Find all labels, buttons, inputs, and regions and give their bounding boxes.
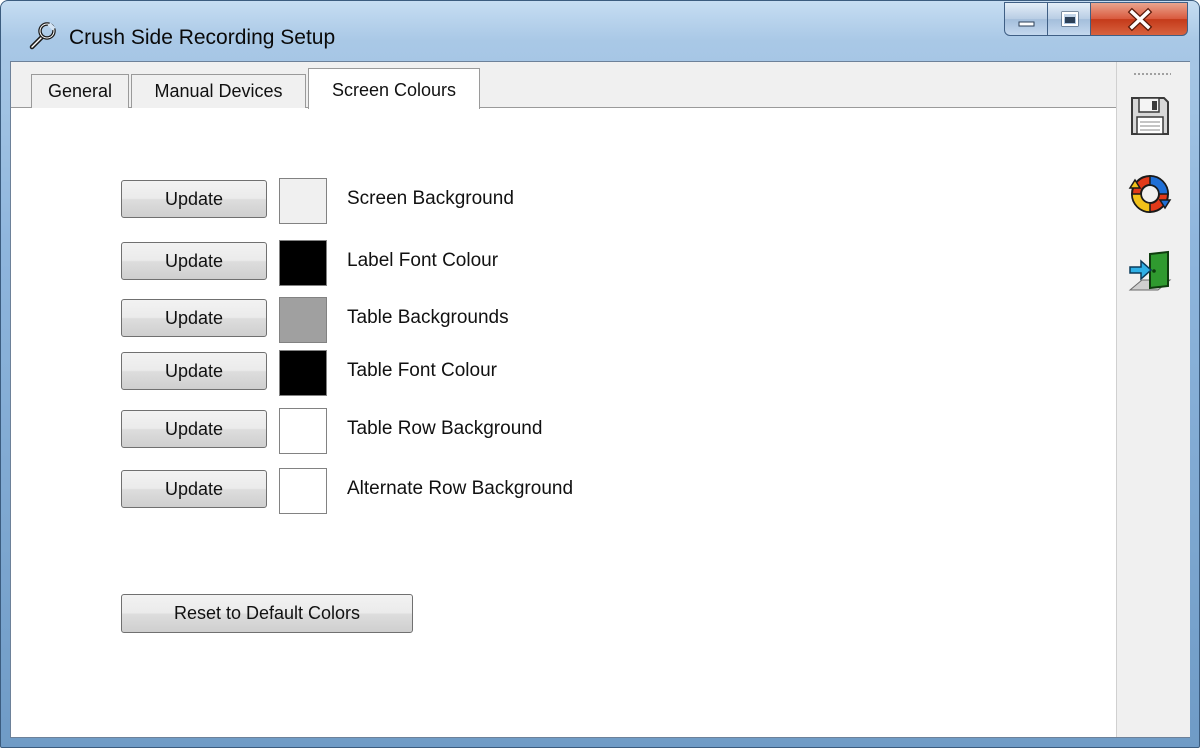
tab-manual-devices[interactable]: Manual Devices <box>131 74 306 108</box>
label-screen-background: Screen Background <box>347 188 514 209</box>
colour-swatch-table-row-background[interactable] <box>279 408 327 454</box>
update-button-table-backgrounds[interactable]: Update <box>121 299 267 337</box>
update-button-label-font-colour[interactable]: Update <box>121 242 267 280</box>
label-table-backgrounds: Table Backgrounds <box>347 307 509 328</box>
update-button-screen-background[interactable]: Update <box>121 180 267 218</box>
update-button-table-row-background[interactable]: Update <box>121 410 267 448</box>
colour-row-table-font-colour: Update Table Font Colour <box>121 350 721 396</box>
colour-row-label-font-colour: Update Label Font Colour <box>121 240 721 286</box>
colour-swatch-label-font-colour[interactable] <box>279 240 327 286</box>
close-icon <box>1127 7 1153 32</box>
colour-swatch-table-backgrounds[interactable] <box>279 297 327 343</box>
tab-strip: General Manual Devices Screen Colours <box>11 62 1116 109</box>
label-label-font-colour: Label Font Colour <box>347 250 499 271</box>
setup-window: Crush Side Recording Setup General Manua… <box>0 0 1200 748</box>
colour-swatch-table-font-colour[interactable] <box>279 350 327 396</box>
label-table-row-background: Table Row Background <box>347 418 543 439</box>
client-area: General Manual Devices Screen Colours Up… <box>10 61 1190 738</box>
title-bar[interactable]: Crush Side Recording Setup <box>1 1 1199 59</box>
toolbar-grip[interactable] <box>1133 73 1171 75</box>
maximize-icon <box>1061 11 1079 27</box>
maximize-button[interactable] <box>1047 2 1091 36</box>
close-button[interactable] <box>1090 2 1188 36</box>
save-icon[interactable] <box>1128 94 1172 138</box>
minimize-icon <box>1018 21 1035 27</box>
toolbar-rail <box>1116 62 1190 737</box>
refresh-icon[interactable] <box>1128 172 1172 216</box>
label-table-font-colour: Table Font Colour <box>347 360 497 381</box>
window-title: Crush Side Recording Setup <box>69 26 336 49</box>
colour-row-table-backgrounds: Update Table Backgrounds <box>121 297 721 343</box>
label-alternate-row-background: Alternate Row Background <box>347 478 574 499</box>
update-button-alternate-row-background[interactable]: Update <box>121 470 267 508</box>
tab-screen-colours[interactable]: Screen Colours <box>308 68 480 109</box>
exit-icon[interactable] <box>1128 250 1172 294</box>
colour-row-screen-background: Update Screen Background <box>121 178 721 224</box>
update-button-table-font-colour[interactable]: Update <box>121 352 267 390</box>
colour-swatch-alternate-row-background[interactable] <box>279 468 327 514</box>
colour-swatch-screen-background[interactable] <box>279 178 327 224</box>
tab-general[interactable]: General <box>31 74 129 108</box>
minimize-button[interactable] <box>1004 2 1048 36</box>
colour-row-alternate-row-background: Update Alternate Row Background <box>121 468 721 514</box>
reset-default-colors-button[interactable]: Reset to Default Colors <box>121 594 413 633</box>
colour-row-table-row-background: Update Table Row Background <box>121 408 721 454</box>
wrench-icon <box>29 22 56 50</box>
